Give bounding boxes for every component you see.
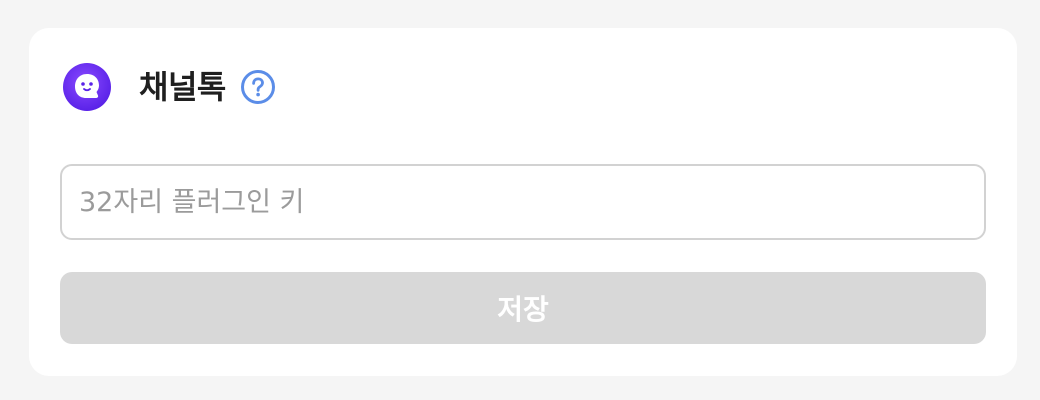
channeltalk-logo-icon xyxy=(63,63,111,111)
plugin-key-input[interactable] xyxy=(60,164,986,240)
channeltalk-settings-card: 채널톡 저장 xyxy=(29,28,1017,376)
card-header: 채널톡 xyxy=(62,61,276,113)
question-circle-icon[interactable] xyxy=(240,69,276,105)
save-button[interactable]: 저장 xyxy=(60,272,986,344)
card-title: 채널톡 xyxy=(139,68,226,106)
